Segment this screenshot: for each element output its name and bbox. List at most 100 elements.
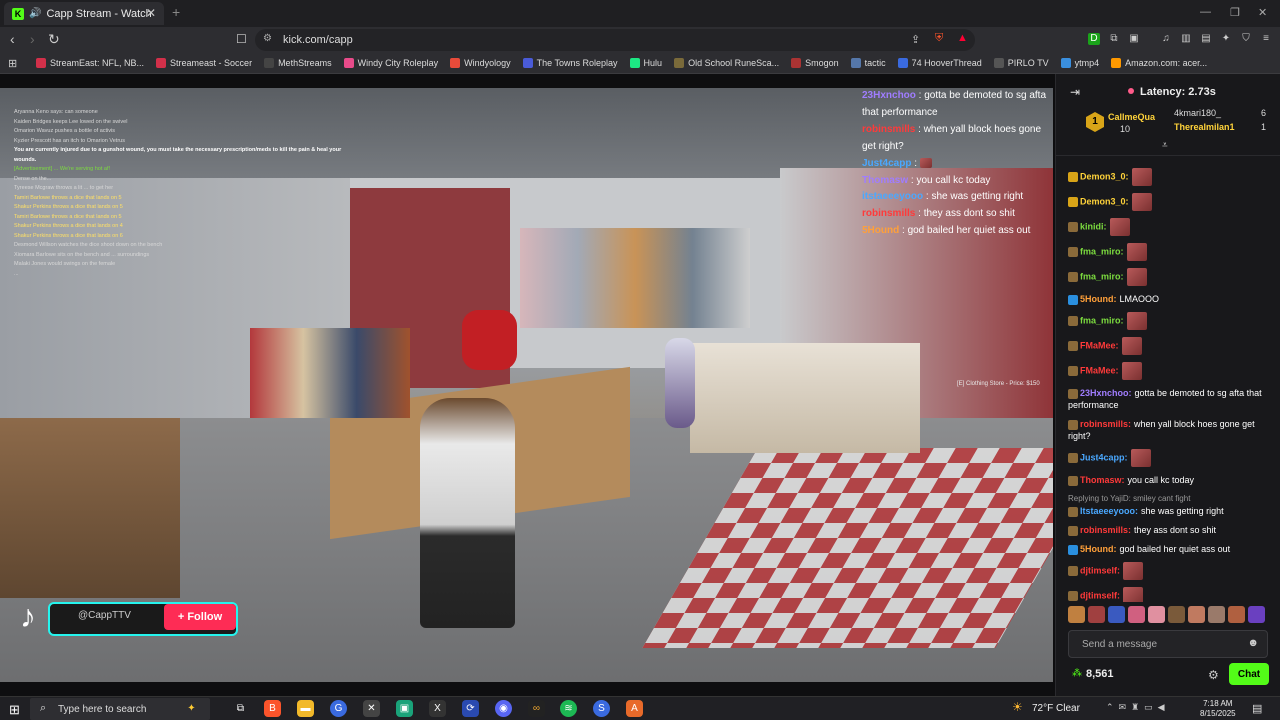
chat-username[interactable]: Demon3_0: [1080, 171, 1129, 181]
chrome-app-icon[interactable]: G [330, 700, 347, 717]
emote-icon[interactable] [1128, 606, 1145, 623]
emote-icon[interactable] [1148, 606, 1165, 623]
chat-username[interactable]: robinsmills: [1080, 525, 1131, 535]
chat-username[interactable]: Demon3_0: [1080, 196, 1129, 206]
browser-tab[interactable]: K 🔊 Capp Stream - Watch Live on ✕ [4, 2, 164, 25]
start-icon[interactable]: ⊞ [9, 702, 20, 718]
address-bar[interactable]: ⚙ kick.com/capp ⇪ ⛨ ▲ [255, 29, 975, 51]
chat-username[interactable]: djtimself: [1080, 565, 1120, 575]
send-chat-button[interactable]: Chat [1229, 663, 1269, 685]
vpn-icon[interactable]: ⛉ [1240, 33, 1252, 45]
reload-icon[interactable]: ↻ [48, 31, 60, 48]
bookmark-item[interactable]: PIRLO TV [993, 58, 1049, 68]
app-s-icon[interactable]: S [593, 700, 610, 717]
emote-icon[interactable] [1108, 606, 1125, 623]
expand-leaderboard-icon[interactable]: ⩡ [1162, 140, 1168, 151]
bookmark-item[interactable]: 74 HooverThread [897, 58, 982, 68]
log-line: Kyzier Prescott has an itch to Omarion V… [14, 137, 125, 144]
media-icon[interactable]: ♫ [1160, 33, 1172, 45]
window-close-icon[interactable]: ✕ [1258, 6, 1267, 19]
emote-icon[interactable] [1088, 606, 1105, 623]
chat-username[interactable]: Just4capp: [1080, 452, 1128, 462]
app-icon[interactable]: X [429, 700, 446, 717]
menu-icon[interactable]: ≡ [1260, 33, 1272, 45]
chat-username[interactable]: FMaMee: [1080, 365, 1119, 375]
chat-username[interactable]: robinsmills: [1080, 419, 1131, 429]
chat-username[interactable]: fma_miro: [1080, 246, 1124, 256]
app-icon[interactable]: ⟳ [462, 700, 479, 717]
extension-icon[interactable]: ▣ [1128, 33, 1140, 45]
extension-puzzle-icon[interactable]: ⧉ [1108, 33, 1120, 45]
wallet-icon[interactable]: ▤ [1200, 33, 1212, 45]
task-view-icon[interactable]: ⧉ [232, 700, 249, 717]
bookmark-item[interactable]: MethStreams [264, 58, 332, 68]
bookmark-item[interactable]: Amazon.com: acer... [1111, 58, 1207, 68]
chat-username[interactable]: djtimself: [1080, 590, 1120, 600]
apps-grid-icon[interactable]: ⊞ [8, 57, 17, 70]
emoji-picker-icon[interactable]: ☻ [1247, 637, 1259, 649]
brave-rewards-icon[interactable]: ▲ [957, 32, 968, 44]
bookmark-item[interactable]: Windyology [450, 58, 511, 68]
chat-username[interactable]: Thomasw: [1080, 475, 1125, 485]
send-message-input[interactable]: Send a message ☻ [1068, 630, 1268, 658]
bookmark-icon[interactable]: ☐ [236, 32, 247, 46]
bookmark-item[interactable]: The Towns Roleplay [522, 58, 618, 68]
app-icon[interactable]: ▣ [396, 700, 413, 717]
bookmark-item[interactable]: ytmp4 [1060, 58, 1099, 68]
brave-app-icon[interactable]: B [264, 700, 281, 717]
chat-username[interactable]: fma_miro: [1080, 315, 1124, 325]
new-tab-button[interactable]: + [172, 4, 180, 20]
spotify-icon[interactable]: ≋ [560, 700, 577, 717]
forward-icon[interactable]: › [30, 31, 35, 47]
notification-icon[interactable]: ▤ [1252, 702, 1262, 715]
bookmark-item[interactable]: Smogon [791, 58, 839, 68]
emote-icon[interactable] [1248, 606, 1265, 623]
extension-d-icon[interactable]: D [1088, 33, 1100, 45]
app-icon[interactable]: ✕ [363, 700, 380, 717]
chat-settings-icon[interactable]: ⚙ [1208, 668, 1219, 682]
back-icon[interactable]: ‹ [10, 31, 15, 47]
chat-username[interactable]: Itstaeeeyooo: [1080, 506, 1138, 516]
leader-name[interactable]: Therealmilan1 [1174, 122, 1235, 132]
chat-username[interactable]: 5Hound: [1080, 544, 1117, 554]
bookmark-item[interactable]: Windy City Roleplay [343, 58, 438, 68]
share-icon[interactable]: ⇪ [911, 33, 920, 46]
bookmark-item[interactable]: Old School RuneSca... [674, 58, 779, 68]
bookmark-item[interactable]: StreamEast: NFL, NB... [36, 58, 144, 68]
weather-text[interactable]: 72°F Clear [1032, 703, 1080, 714]
emote-icon[interactable] [1228, 606, 1245, 623]
minimize-icon[interactable]: — [1200, 6, 1211, 18]
discord-icon[interactable]: ◉ [495, 700, 512, 717]
leader-name[interactable]: 4kmari180_ [1174, 108, 1221, 118]
emote-icon[interactable] [1068, 606, 1085, 623]
chat-username[interactable]: FMaMee: [1080, 340, 1119, 350]
maximize-icon[interactable]: ❐ [1230, 6, 1240, 19]
browser-toolbar: ‹ › ↻ ☐ ⚙ kick.com/capp ⇪ ⛨ ▲ D ⧉ ▣ ♫ ▥ … [0, 27, 1280, 53]
emote-icon[interactable] [1208, 606, 1225, 623]
channel-points[interactable]: 8,561 [1086, 668, 1114, 680]
emote-icon[interactable] [1168, 606, 1185, 623]
chat-username[interactable]: kinidi: [1080, 221, 1107, 231]
chat-username[interactable]: 5Hound: [1080, 294, 1117, 304]
emote-icon[interactable] [1188, 606, 1205, 623]
brave-shield-icon[interactable]: ⛨ [935, 32, 943, 45]
bookmark-item[interactable]: Streameast - Soccer [156, 58, 252, 68]
app-icon[interactable]: ∞ [528, 700, 545, 717]
chat-username[interactable]: fma_miro: [1080, 271, 1124, 281]
tab-close-icon[interactable]: ✕ [146, 6, 156, 20]
file-explorer-icon[interactable]: ▬ [297, 700, 314, 717]
sidebar-icon[interactable]: ▥ [1180, 33, 1192, 45]
bookmark-item[interactable]: Hulu [629, 58, 662, 68]
tiktok-follow-overlay: ♪ @CappTTV + Follow [20, 598, 240, 638]
video-player[interactable]: Aryanna Keno says: can someone Kaiden Br… [0, 88, 1053, 682]
collapse-chat-icon[interactable]: ⇥ [1070, 85, 1080, 99]
tray-icons[interactable]: ⌃✉♜▭◀ [1106, 702, 1170, 713]
app-icon[interactable]: A [626, 700, 643, 717]
clock[interactable]: 7:18 AM 8/15/2025 [1200, 699, 1236, 719]
site-info-icon[interactable]: ⚙ [263, 33, 272, 44]
bookmark-item[interactable]: tactic [850, 58, 886, 68]
chat-username[interactable]: 23Hxnchoo: [1080, 388, 1132, 398]
sparkle-icon[interactable]: ✦ [183, 700, 200, 717]
leader-name[interactable]: CallmeQua [1108, 112, 1155, 122]
leo-icon[interactable]: ✦ [1220, 33, 1232, 45]
